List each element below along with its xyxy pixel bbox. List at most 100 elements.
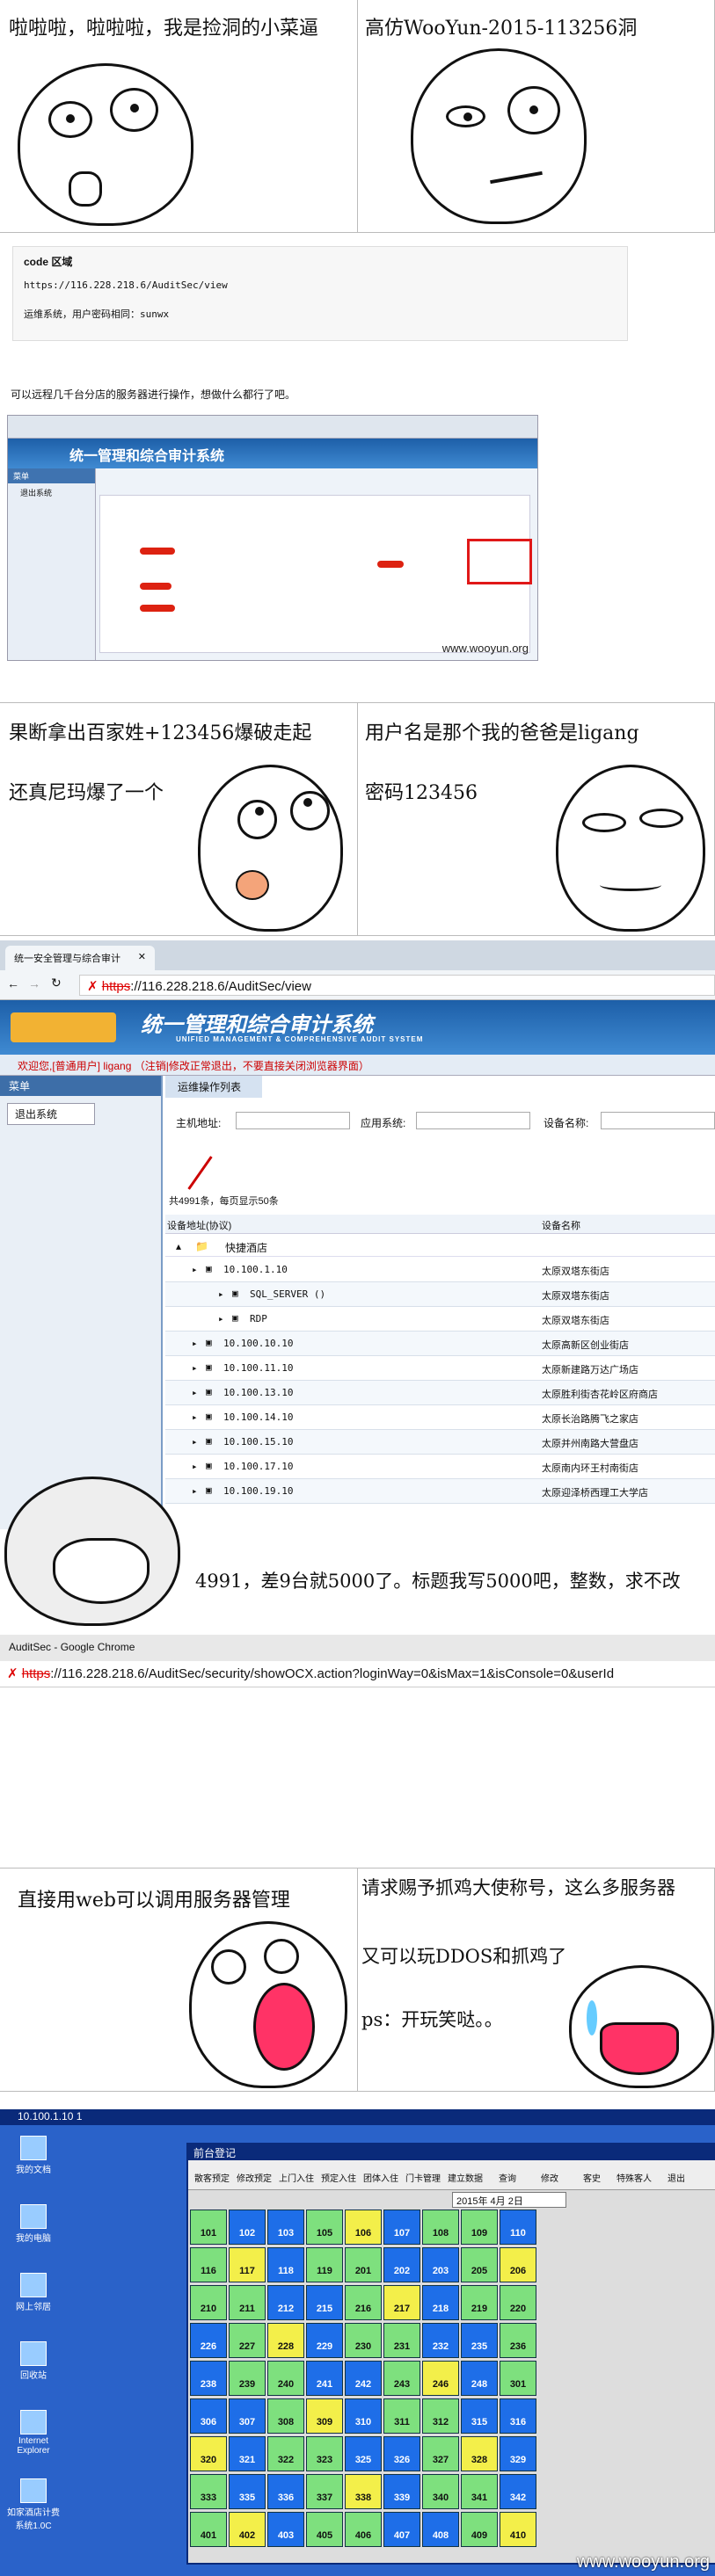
room-cell[interactable]: 410 — [500, 2512, 536, 2547]
room-cell[interactable]: 409 — [461, 2512, 498, 2547]
room-cell[interactable]: 238 — [190, 2361, 227, 2396]
room-cell[interactable]: 323 — [306, 2436, 343, 2471]
room-cell[interactable]: 220 — [500, 2285, 536, 2320]
room-cell[interactable]: 406 — [345, 2512, 382, 2547]
room-cell[interactable]: 315 — [461, 2398, 498, 2434]
device-input[interactable] — [601, 1112, 715, 1129]
room-cell[interactable]: 205 — [461, 2247, 498, 2282]
room-cell[interactable]: 116 — [190, 2247, 227, 2282]
expand-icon[interactable]: ▸ — [192, 1264, 198, 1275]
room-cell[interactable]: 329 — [500, 2436, 536, 2471]
toolbar-button[interactable]: 建立数据 — [445, 2171, 485, 2184]
room-cell[interactable]: 327 — [422, 2436, 459, 2471]
room-cell[interactable]: 246 — [422, 2361, 459, 2396]
desktop-icon[interactable]: 回收站 — [5, 2341, 62, 2381]
expand-icon[interactable]: ▸ — [192, 1485, 198, 1497]
toolbar-button[interactable]: 修改预定 — [234, 2171, 274, 2184]
toolbar-button[interactable]: 特殊客人 — [614, 2171, 654, 2184]
room-cell[interactable]: 229 — [306, 2323, 343, 2358]
room-cell[interactable]: 248 — [461, 2361, 498, 2396]
toolbar-button[interactable]: 散客预定 — [192, 2171, 232, 2184]
room-cell[interactable]: 218 — [422, 2285, 459, 2320]
toolbar-button[interactable]: 预定入住 — [318, 2171, 359, 2184]
room-cell[interactable]: 105 — [306, 2210, 343, 2245]
room-cell[interactable]: 301 — [500, 2361, 536, 2396]
room-cell[interactable]: 118 — [267, 2247, 304, 2282]
room-cell[interactable]: 202 — [383, 2247, 420, 2282]
room-cell[interactable]: 108 — [422, 2210, 459, 2245]
desktop-icon[interactable]: 我的文档 — [5, 2136, 62, 2175]
room-cell[interactable]: 211 — [229, 2285, 266, 2320]
room-cell[interactable]: 227 — [229, 2323, 266, 2358]
room-cell[interactable]: 215 — [306, 2285, 343, 2320]
room-cell[interactable]: 312 — [422, 2398, 459, 2434]
room-cell[interactable]: 102 — [229, 2210, 266, 2245]
small-logout[interactable]: 退出系统 — [8, 483, 95, 502]
room-cell[interactable]: 333 — [190, 2474, 227, 2509]
table-row[interactable]: ▸ ▣ 10.100.17.10 太原南内环王村南街店 — [165, 1455, 715, 1479]
group-row[interactable]: ▴ 📁 快捷酒店 — [165, 1236, 715, 1257]
desktop-icon[interactable]: 我的电脑 — [5, 2204, 62, 2244]
desktop-icon[interactable]: Internet Explorer — [5, 2410, 62, 2456]
room-cell[interactable]: 328 — [461, 2436, 498, 2471]
room-cell[interactable]: 311 — [383, 2398, 420, 2434]
room-cell[interactable]: 216 — [345, 2285, 382, 2320]
room-cell[interactable]: 340 — [422, 2474, 459, 2509]
host-input[interactable] — [236, 1112, 350, 1129]
table-row[interactable]: ▸ ▣ 10.100.11.10 太原新建路万达广场店 — [165, 1356, 715, 1381]
room-cell[interactable]: 117 — [229, 2247, 266, 2282]
table-row[interactable]: ▸ ▣ SQL_SERVER () 太原双塔东街店 — [165, 1282, 715, 1307]
room-cell[interactable]: 337 — [306, 2474, 343, 2509]
expand-icon[interactable]: ▸ — [192, 1362, 198, 1374]
table-row[interactable]: ▸ ▣ 10.100.13.10 太原胜利街杏花岭区府商店 — [165, 1381, 715, 1405]
room-cell[interactable]: 403 — [267, 2512, 304, 2547]
expand-icon[interactable]: ▸ — [192, 1461, 198, 1472]
room-cell[interactable]: 335 — [229, 2474, 266, 2509]
room-cell[interactable]: 307 — [229, 2398, 266, 2434]
toolbar-button[interactable]: 团体入住 — [361, 2171, 401, 2184]
room-cell[interactable]: 310 — [345, 2398, 382, 2434]
room-cell[interactable]: 242 — [345, 2361, 382, 2396]
room-cell[interactable]: 201 — [345, 2247, 382, 2282]
date-picker[interactable]: 2015年 4月 2日 — [452, 2192, 566, 2208]
room-cell[interactable]: 228 — [267, 2323, 304, 2358]
room-cell[interactable]: 320 — [190, 2436, 227, 2471]
room-cell[interactable]: 107 — [383, 2210, 420, 2245]
logout-button[interactable]: 退出系统 — [7, 1103, 95, 1125]
panel-tab[interactable]: 运维操作列表 — [165, 1076, 262, 1098]
collapse-icon[interactable]: ▴ — [176, 1240, 181, 1252]
room-cell[interactable]: 231 — [383, 2323, 420, 2358]
room-cell[interactable]: 316 — [500, 2398, 536, 2434]
desktop-icon[interactable]: 网上邻居 — [5, 2273, 62, 2312]
toolbar-button[interactable]: 上门入住 — [276, 2171, 317, 2184]
room-cell[interactable]: 405 — [306, 2512, 343, 2547]
room-cell[interactable]: 338 — [345, 2474, 382, 2509]
room-cell[interactable]: 326 — [383, 2436, 420, 2471]
room-cell[interactable]: 336 — [267, 2474, 304, 2509]
room-cell[interactable]: 110 — [500, 2210, 536, 2245]
room-cell[interactable]: 235 — [461, 2323, 498, 2358]
room-cell[interactable]: 240 — [267, 2361, 304, 2396]
room-cell[interactable]: 106 — [345, 2210, 382, 2245]
room-cell[interactable]: 322 — [267, 2436, 304, 2471]
room-cell[interactable]: 236 — [500, 2323, 536, 2358]
toolbar-button[interactable]: 退出 — [656, 2171, 697, 2184]
room-cell[interactable]: 109 — [461, 2210, 498, 2245]
room-cell[interactable]: 212 — [267, 2285, 304, 2320]
room-cell[interactable]: 219 — [461, 2285, 498, 2320]
toolbar-button[interactable]: 查询 — [487, 2171, 528, 2184]
room-cell[interactable]: 210 — [190, 2285, 227, 2320]
expand-icon[interactable]: ▸ — [192, 1338, 198, 1349]
room-cell[interactable]: 402 — [229, 2512, 266, 2547]
forward-icon[interactable]: → — [28, 976, 40, 990]
app-input[interactable] — [416, 1112, 530, 1129]
toolbar-button[interactable]: 客史 — [572, 2171, 612, 2184]
room-cell[interactable]: 401 — [190, 2512, 227, 2547]
expand-icon[interactable]: ▸ — [218, 1288, 224, 1300]
room-cell[interactable]: 342 — [500, 2474, 536, 2509]
table-row[interactable]: ▸ ▣ 10.100.19.10 太原迎泽桥西理工大学店 — [165, 1479, 715, 1504]
toolbar-button[interactable]: 门卡管理 — [403, 2171, 443, 2184]
table-row[interactable]: ▸ ▣ 10.100.10.10 太原高新区创业街店 — [165, 1332, 715, 1356]
room-cell[interactable]: 103 — [267, 2210, 304, 2245]
room-cell[interactable]: 101 — [190, 2210, 227, 2245]
